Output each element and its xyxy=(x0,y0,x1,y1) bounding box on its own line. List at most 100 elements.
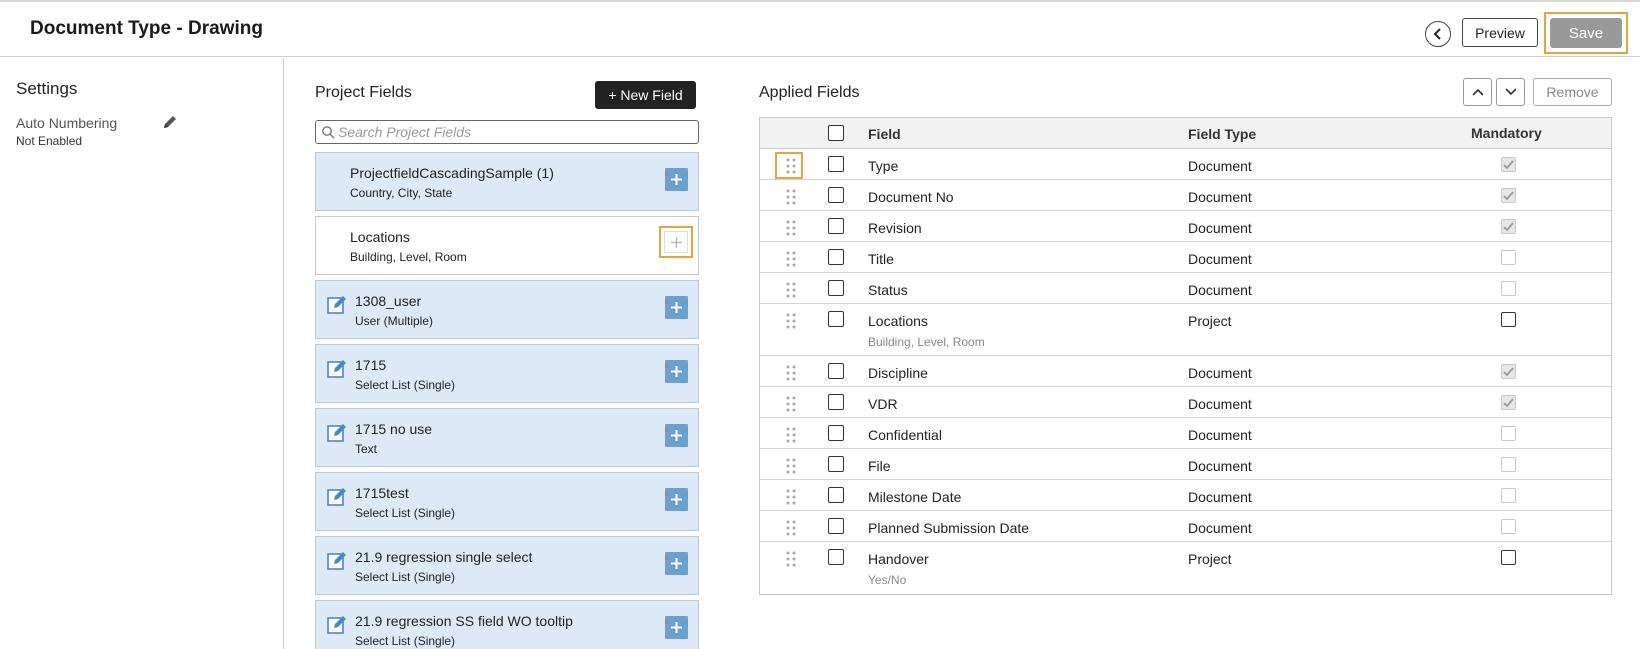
field-name: Discipline xyxy=(868,365,928,381)
add-field-button[interactable] xyxy=(665,616,688,639)
drag-handle-icon[interactable] xyxy=(785,158,797,174)
add-field-button[interactable] xyxy=(665,488,688,511)
table-row[interactable]: Status Document xyxy=(760,273,1611,304)
drag-handle-icon[interactable] xyxy=(785,458,797,474)
drag-handle-icon[interactable] xyxy=(785,489,797,505)
row-checkbox[interactable] xyxy=(828,311,844,327)
plus-icon xyxy=(671,622,682,633)
add-field-button-disabled[interactable] xyxy=(664,231,688,253)
mandatory-checkbox[interactable] xyxy=(1501,550,1516,565)
list-item-name: 1715test xyxy=(355,485,409,501)
list-item-name: Locations xyxy=(350,229,410,245)
edit-icon[interactable] xyxy=(326,486,348,508)
row-checkbox[interactable] xyxy=(828,549,844,565)
drag-handle-icon[interactable] xyxy=(785,396,797,412)
new-field-button[interactable]: + New Field xyxy=(595,81,696,109)
add-field-button[interactable] xyxy=(665,168,688,191)
preview-button[interactable]: Preview xyxy=(1462,18,1538,47)
list-item-subtitle: Building, Level, Room xyxy=(350,250,467,264)
row-checkbox[interactable] xyxy=(828,456,844,472)
chevron-down-icon xyxy=(1504,88,1517,96)
plus-icon xyxy=(671,302,682,313)
pencil-icon[interactable] xyxy=(162,114,178,130)
row-checkbox[interactable] xyxy=(828,218,844,234)
field-name: Milestone Date xyxy=(868,489,962,505)
row-checkbox[interactable] xyxy=(828,487,844,503)
edit-icon[interactable] xyxy=(326,358,348,380)
list-item[interactable]: 1715test Select List (Single) xyxy=(315,472,699,531)
column-header-field-type: Field Type xyxy=(1188,126,1257,142)
row-checkbox[interactable] xyxy=(828,394,844,410)
move-down-button[interactable] xyxy=(1496,78,1525,106)
mandatory-checkbox xyxy=(1501,219,1516,234)
field-type: Document xyxy=(1188,189,1252,205)
table-row[interactable]: Revision Document xyxy=(760,211,1611,242)
drag-handle-icon[interactable] xyxy=(785,551,797,567)
drag-handle-icon[interactable] xyxy=(785,427,797,443)
table-row[interactable]: Title Document xyxy=(760,242,1611,273)
add-field-button-highlight xyxy=(659,226,693,258)
list-item[interactable]: 1308_user User (Multiple) xyxy=(315,280,699,339)
list-item[interactable]: 1715 no use Text xyxy=(315,408,699,467)
list-item[interactable]: 21.9 regression single select Select Lis… xyxy=(315,536,699,595)
move-up-button[interactable] xyxy=(1463,78,1492,106)
field-type: Document xyxy=(1188,365,1252,381)
list-item[interactable]: 21.9 regression SS field WO tooltip Sele… xyxy=(315,600,699,649)
row-checkbox[interactable] xyxy=(828,518,844,534)
field-type: Document xyxy=(1188,396,1252,412)
drag-handle-icon[interactable] xyxy=(785,220,797,236)
edit-icon[interactable] xyxy=(326,614,348,636)
list-item-subtitle: Select List (Single) xyxy=(355,570,456,584)
list-item[interactable]: Locations Building, Level, Room xyxy=(315,216,699,275)
chevron-up-icon xyxy=(1471,88,1484,96)
checkmark-icon xyxy=(1503,191,1514,201)
table-row[interactable]: VDR Document xyxy=(760,387,1611,418)
field-subtitle: Yes/No xyxy=(868,573,907,587)
list-item-name: 21.9 regression single select xyxy=(355,549,533,565)
add-field-button[interactable] xyxy=(665,552,688,575)
table-row[interactable]: Planned Submission Date Document xyxy=(760,511,1611,542)
drag-handle-icon[interactable] xyxy=(785,282,797,298)
mandatory-checkbox xyxy=(1501,364,1516,379)
table-row[interactable]: Handover Yes/No Project xyxy=(760,542,1611,594)
add-field-button[interactable] xyxy=(665,360,688,383)
applied-fields-table: Field Field Type Mandatory Type Document D… xyxy=(759,117,1612,595)
list-item[interactable]: ProjectfieldCascadingSample (1) Country,… xyxy=(315,152,699,211)
mandatory-checkbox[interactable] xyxy=(1501,312,1516,327)
save-button[interactable]: Save xyxy=(1550,18,1622,48)
row-checkbox[interactable] xyxy=(828,249,844,265)
drag-handle-icon[interactable] xyxy=(785,251,797,267)
table-row[interactable]: Milestone Date Document xyxy=(760,480,1611,511)
row-checkbox[interactable] xyxy=(828,363,844,379)
select-all-checkbox[interactable] xyxy=(828,125,844,141)
drag-handle-icon[interactable] xyxy=(785,520,797,536)
row-checkbox[interactable] xyxy=(828,425,844,441)
drag-handle-icon[interactable] xyxy=(785,365,797,381)
project-fields-title: Project Fields xyxy=(315,84,412,101)
edit-icon[interactable] xyxy=(326,550,348,572)
mandatory-checkbox xyxy=(1501,250,1516,265)
add-field-button[interactable] xyxy=(665,296,688,319)
remove-button[interactable]: Remove xyxy=(1533,78,1612,106)
drag-handle-icon[interactable] xyxy=(785,189,797,205)
table-row[interactable]: Locations Building, Level, Room Project xyxy=(760,304,1611,356)
list-item-name: 1715 xyxy=(355,357,387,373)
row-checkbox[interactable] xyxy=(828,280,844,296)
table-row[interactable]: Document No Document xyxy=(760,180,1611,211)
table-row[interactable]: Confidential Document xyxy=(760,418,1611,449)
table-row[interactable]: File Document xyxy=(760,449,1611,480)
row-checkbox[interactable] xyxy=(828,156,844,172)
plus-icon xyxy=(671,494,682,505)
list-item-subtitle: Country, City, State xyxy=(350,186,453,200)
row-checkbox[interactable] xyxy=(828,187,844,203)
table-row[interactable]: Type Document xyxy=(760,149,1611,180)
add-field-button[interactable] xyxy=(665,424,688,447)
back-button[interactable] xyxy=(1425,21,1451,47)
table-row[interactable]: Discipline Document xyxy=(760,356,1611,387)
plus-icon xyxy=(671,430,682,441)
search-input[interactable] xyxy=(338,122,693,142)
drag-handle-icon[interactable] xyxy=(785,313,797,329)
edit-icon[interactable] xyxy=(326,422,348,444)
edit-icon[interactable] xyxy=(326,294,348,316)
list-item[interactable]: 1715 Select List (Single) xyxy=(315,344,699,403)
